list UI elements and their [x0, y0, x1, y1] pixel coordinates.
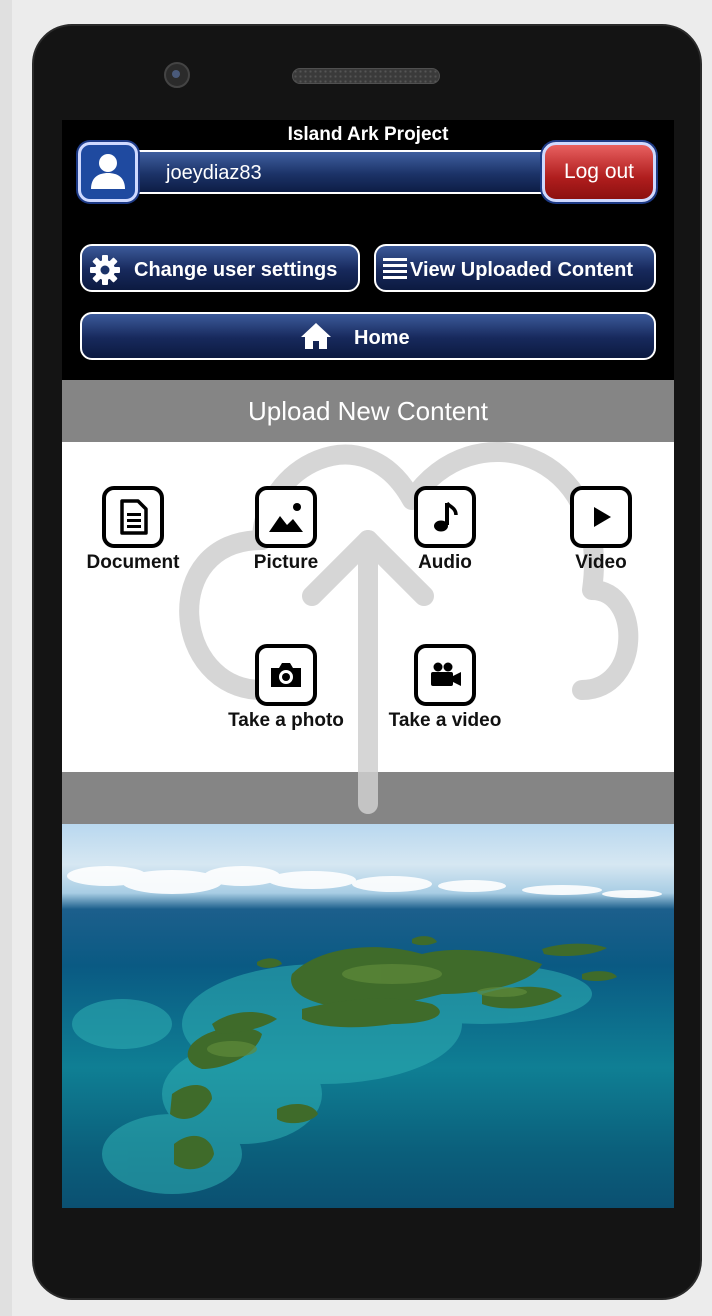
upload-picture-label: Picture [253, 552, 319, 573]
page-edge [0, 0, 12, 1316]
upload-audio[interactable]: Audio [380, 486, 510, 574]
document-icon [102, 486, 164, 548]
upload-audio-label: Audio [418, 552, 472, 573]
upload-picture[interactable]: Picture [221, 486, 351, 574]
island-scene [67, 866, 662, 1194]
app-screen: Island Ark Project joeydiaz83 Log out Ch… [62, 120, 674, 1208]
front-camera [164, 62, 190, 88]
upload-video[interactable]: Video [536, 486, 666, 574]
phone-frame: Island Ark Project joeydiaz83 Log out Ch… [32, 24, 702, 1300]
camera-icon [255, 644, 317, 706]
picture-icon [255, 486, 317, 548]
take-video[interactable]: Take a video [380, 644, 510, 732]
island-photo [62, 824, 674, 1208]
take-video-label: Take a video [388, 710, 502, 731]
video-icon [570, 486, 632, 548]
take-photo[interactable]: Take a photo [221, 644, 351, 732]
upload-document-label: Document [86, 552, 180, 573]
cloud-upload-icon [179, 441, 639, 814]
video-camera-icon [414, 644, 476, 706]
upload-document[interactable]: Document [68, 486, 198, 574]
take-photo-label: Take a photo [228, 710, 344, 731]
audio-icon [414, 486, 476, 548]
upload-video-label: Video [575, 552, 627, 573]
speaker-grille [292, 68, 440, 84]
